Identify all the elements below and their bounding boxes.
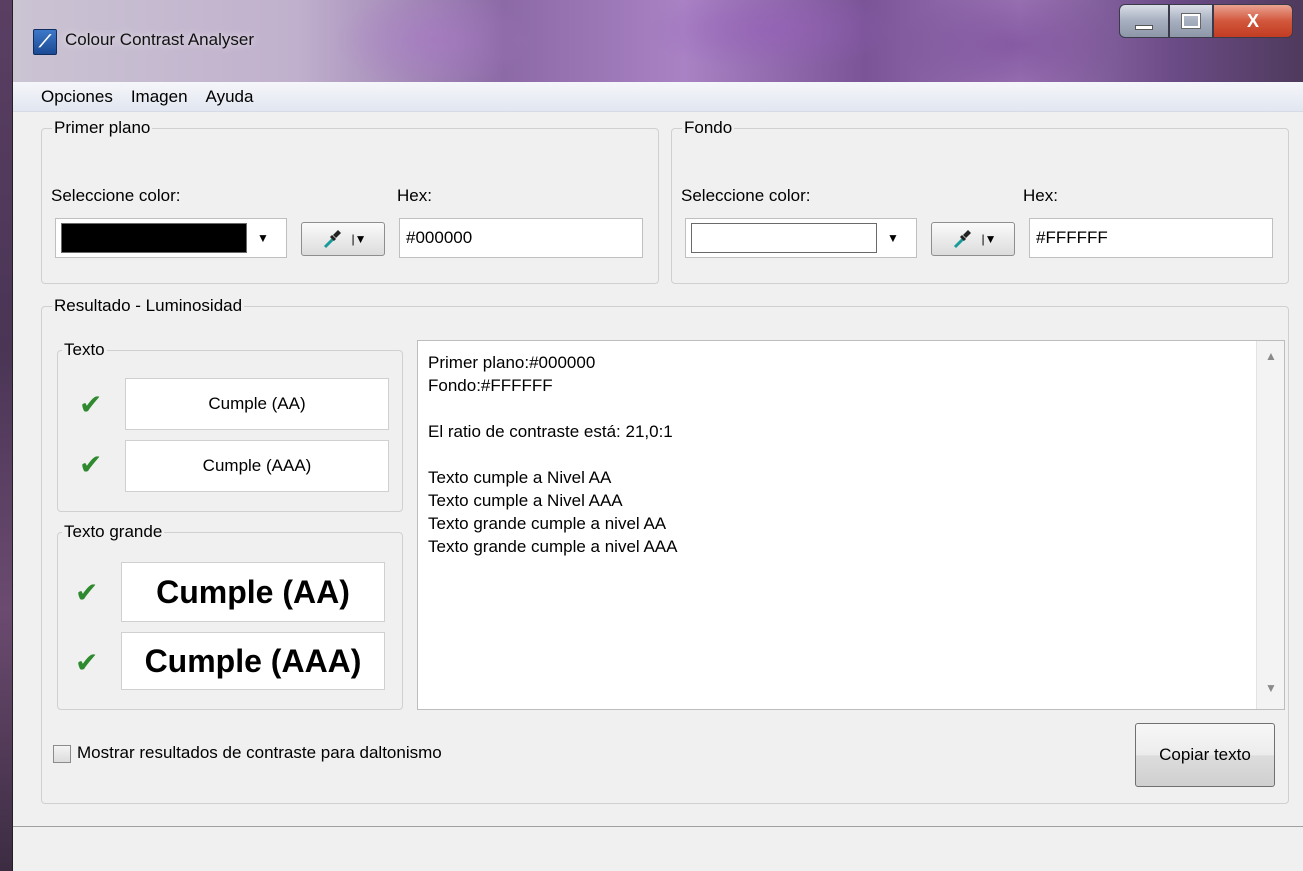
minimize-icon: [1135, 24, 1153, 30]
results-report-textarea[interactable]: Primer plano:#000000 Fondo:#FFFFFF El ra…: [417, 340, 1285, 710]
background-hex-label: Hex:: [1023, 186, 1058, 205]
report-lines: Primer plano:#000000 Fondo:#FFFFFF El ra…: [428, 351, 677, 558]
large-text-aa-result: Cumple (AA): [121, 562, 385, 622]
foreground-hex-input[interactable]: #000000: [399, 218, 643, 258]
check-icon: ✔: [79, 389, 103, 420]
report-line: El ratio de contraste está: 21,0:1: [428, 422, 673, 441]
text-aa-result: Cumple (AA): [125, 378, 389, 430]
app-icon: ⟋: [33, 29, 57, 55]
eyedropper-icon: [323, 230, 341, 249]
report-line: Primer plano:#000000: [428, 353, 596, 372]
check-icon: ✔: [79, 449, 103, 480]
scroll-up-icon[interactable]: ▲: [1265, 349, 1277, 363]
chevron-down-icon: ▼: [257, 231, 269, 245]
menu-opciones[interactable]: Opciones: [41, 87, 113, 107]
report-line: [428, 443, 677, 466]
background-select-label: Seleccione color:: [681, 186, 811, 205]
scroll-down-icon[interactable]: ▼: [1265, 681, 1277, 695]
title-bar[interactable]: ⟋ Colour Contrast Analyser X: [13, 0, 1303, 82]
background-legend: Fondo: [684, 118, 733, 137]
report-line: [428, 397, 677, 420]
colorblind-checkbox-label[interactable]: Mostrar resultados de contraste para dal…: [77, 743, 442, 763]
menu-imagen[interactable]: Imagen: [131, 87, 188, 107]
chevron-down-icon: ▼: [887, 231, 899, 245]
close-button[interactable]: X: [1213, 4, 1293, 38]
minimize-button[interactable]: [1119, 4, 1169, 38]
chevron-down-icon: |▼: [981, 232, 997, 246]
background-hex-input[interactable]: #FFFFFF: [1029, 218, 1273, 258]
menu-bar: Opciones Imagen Ayuda: [13, 82, 1303, 112]
report-line: Texto cumple a Nivel AA: [428, 468, 612, 487]
foreground-legend: Primer plano: [54, 118, 151, 137]
foreground-swatch: [61, 223, 247, 253]
text-group-legend: Texto: [64, 340, 105, 359]
foreground-hex-label: Hex:: [397, 186, 432, 205]
app-window: ⟋ Colour Contrast Analyser X Opciones Im…: [12, 0, 1303, 871]
window-title: Colour Contrast Analyser: [65, 30, 254, 49]
foreground-color-select[interactable]: ▼: [55, 218, 287, 258]
text-aaa-result: Cumple (AAA): [125, 440, 389, 492]
report-line: Texto grande cumple a nivel AA: [428, 514, 667, 533]
colorblind-checkbox[interactable]: [53, 745, 71, 763]
foreground-select-label: Seleccione color:: [51, 186, 181, 205]
background-eyedropper-button[interactable]: |▼: [931, 222, 1015, 256]
report-line: Texto cumple a Nivel AAA: [428, 491, 623, 510]
report-scrollbar[interactable]: ▲ ▼: [1256, 341, 1284, 709]
report-line: Texto grande cumple a nivel AAA: [428, 537, 678, 556]
large-text-aaa-result: Cumple (AAA): [121, 632, 385, 690]
copy-text-button[interactable]: Copiar texto: [1135, 723, 1275, 787]
eyedropper-icon: [953, 230, 971, 249]
maximize-button[interactable]: [1169, 4, 1213, 38]
check-icon: ✔: [75, 577, 99, 608]
results-legend: Resultado - Luminosidad: [54, 296, 243, 315]
chevron-down-icon: |▼: [351, 232, 367, 246]
check-icon: ✔: [75, 647, 99, 678]
report-line: Fondo:#FFFFFF: [428, 376, 553, 395]
foreground-eyedropper-button[interactable]: |▼: [301, 222, 385, 256]
background-color-select[interactable]: ▼: [685, 218, 917, 258]
large-text-group-legend: Texto grande: [64, 522, 163, 541]
status-bar: [13, 826, 1303, 871]
background-swatch: [691, 223, 877, 253]
menu-ayuda[interactable]: Ayuda: [206, 87, 254, 107]
maximize-icon: [1181, 13, 1201, 29]
